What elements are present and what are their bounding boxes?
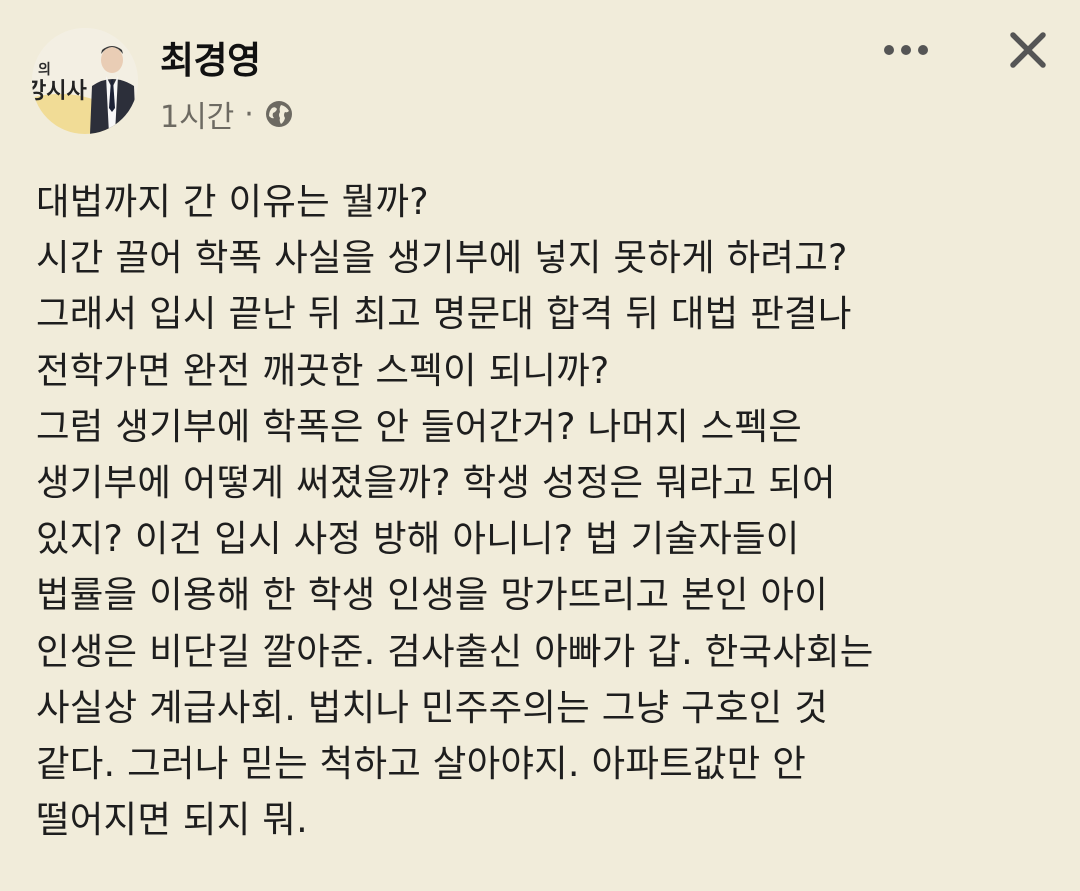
post-text-line: 떨어지면 되지 뭐. bbox=[36, 798, 308, 842]
close-button[interactable] bbox=[1000, 22, 1056, 78]
author-avatar[interactable]: 의 강시사 bbox=[32, 28, 138, 134]
close-icon bbox=[1010, 32, 1046, 68]
post-text-line: 그럼 생기부에 학폭은 안 들어간거? 나머지 스펙은 bbox=[36, 404, 802, 448]
post-text-line: 인생은 비단길 깔아준. 검사출신 아빠가 갑. 한국사회는 bbox=[36, 629, 874, 673]
post-timestamp[interactable]: 1시간 bbox=[160, 92, 234, 136]
post-body-text: 대법까지 간 이유는 뭘까? 시간 끌어 학폭 사실을 생기부에 넣지 못하게 하… bbox=[36, 174, 1056, 848]
avatar-image: 의 강시사 bbox=[32, 28, 138, 134]
more-horizontal-icon bbox=[884, 45, 928, 55]
post-text-line: 법률을 이용해 한 학생 인생을 망가뜨리고 본인 아이 bbox=[36, 573, 828, 617]
post-text-line: 사실상 계급사회. 법치나 민주주의는 그냥 구호인 것 bbox=[36, 685, 828, 729]
post-text-line: 생기부에 어떻게 써졌을까? 학생 성정은 뭐라고 되어 bbox=[36, 461, 836, 505]
avatar-badge-top: 의 bbox=[38, 61, 51, 78]
post-text-line: 전학가면 완전 깨끗한 스펙이 되니까? bbox=[36, 348, 610, 392]
author-name[interactable]: 최경영 bbox=[160, 30, 261, 84]
post-text-line: 시간 끌어 학폭 사실을 생기부에 넣지 못하게 하려고? bbox=[36, 236, 848, 280]
post-meta: 1시간 · bbox=[160, 92, 294, 136]
meta-separator: · bbox=[244, 96, 254, 132]
post-text-line: 같다. 그러나 믿는 척하고 살아야지. 아파트값만 안 bbox=[36, 742, 807, 786]
post-text-line: 대법까지 간 이유는 뭘까? bbox=[36, 180, 429, 223]
avatar-badge-bottom: 강시사 bbox=[32, 79, 87, 104]
post-header: 의 강시사 최경영 1시간 · bbox=[0, 0, 1080, 150]
post-text-line: 있지? 이건 입시 사정 방해 아니니? 법 기술자들이 bbox=[36, 517, 800, 561]
post-detail-screen: 의 강시사 최경영 1시간 · 대법까지 간 이유는 뭘까? 시간 끌어 학폭 … bbox=[0, 0, 1080, 891]
post-text-line: 그래서 입시 끝난 뒤 최고 명문대 합격 뒤 대법 판결나 bbox=[36, 292, 852, 336]
more-options-button[interactable] bbox=[874, 28, 938, 72]
globe-icon bbox=[264, 99, 294, 129]
